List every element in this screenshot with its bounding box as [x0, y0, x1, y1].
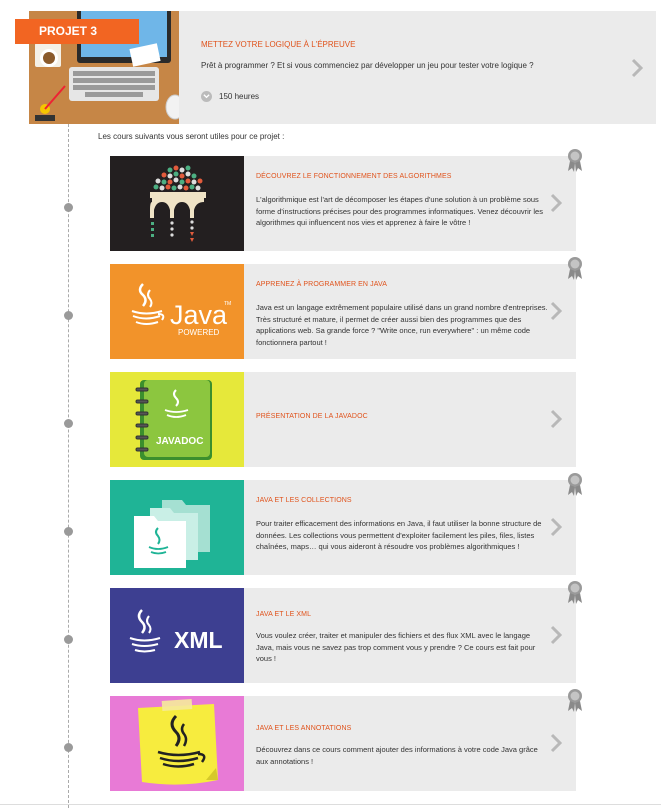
- chevron-right-icon[interactable]: [549, 624, 563, 646]
- course-image: JAVADOC: [110, 372, 244, 467]
- medal-icon: [568, 257, 582, 280]
- medal-icon: [568, 149, 582, 172]
- course-card[interactable]: XML JAVA ET LE XML Vous voulez créer, tr…: [110, 581, 582, 683]
- chevron-right-icon[interactable]: [549, 192, 563, 214]
- course-description: Java est un langage extrêmement populair…: [256, 303, 548, 347]
- course-card[interactable]: JAVA ET LES ANNOTATIONS Découvrez dans c…: [110, 689, 582, 791]
- bottom-divider: [0, 804, 661, 805]
- javadoc-logo-text: JAVADOC: [156, 436, 203, 447]
- medal-icon: [568, 581, 582, 604]
- courses-intro: Les cours suivants vous seront utiles po…: [98, 132, 285, 141]
- course-title[interactable]: JAVA ET LES ANNOTATIONS: [256, 725, 351, 732]
- timeline-dot: [64, 743, 73, 752]
- chevron-right-icon[interactable]: [549, 300, 563, 322]
- chevron-right-icon[interactable]: [549, 408, 563, 430]
- timeline-line: [68, 124, 69, 808]
- timeline-dot: [64, 635, 73, 644]
- timeline-dot: [64, 419, 73, 428]
- course-image: XML: [110, 588, 244, 683]
- java-logo-sub: POWERED: [178, 328, 220, 337]
- chevron-right-icon[interactable]: [630, 57, 644, 79]
- course-description: Découvrez dans ce cours comment ajouter …: [256, 745, 538, 766]
- project-badge: PROJET 3: [15, 19, 139, 44]
- project-description: Prêt à programmer ? Et si vous commencie…: [201, 61, 534, 70]
- course-image: [110, 480, 244, 575]
- medal-icon: [568, 689, 582, 712]
- project-hours: 150 heures: [201, 91, 259, 102]
- project-hours-label: 150 heures: [219, 92, 260, 101]
- project-card[interactable]: PROJET 3 METTEZ VOTRE LOGIQUE À L'ÉPREUV…: [15, 11, 656, 124]
- medal-icon: [568, 473, 582, 496]
- course-title[interactable]: DÉCOUVREZ LE FONCTIONNEMENT DES ALGORITH…: [256, 173, 452, 180]
- course-title[interactable]: PRÉSENTATION DE LA JAVADOC: [256, 413, 368, 420]
- course-description: Pour traiter efficacement des informatio…: [256, 519, 542, 552]
- clock-icon: [201, 91, 212, 102]
- course-image: [110, 696, 244, 791]
- course-description: L'algorithmique est l'art de décomposer …: [256, 195, 543, 228]
- timeline-dot: [64, 203, 73, 212]
- timeline-dot: [64, 527, 73, 536]
- course-image: [110, 156, 244, 251]
- course-card[interactable]: JAVA ET LES COLLECTIONS Pour traiter eff…: [110, 473, 582, 575]
- project-title[interactable]: METTEZ VOTRE LOGIQUE À L'ÉPREUVE: [201, 40, 355, 49]
- course-title[interactable]: JAVA ET LES COLLECTIONS: [256, 497, 352, 504]
- course-card[interactable]: DÉCOUVREZ LE FONCTIONNEMENT DES ALGORITH…: [110, 149, 582, 251]
- course-card[interactable]: JAVADOC PRÉSENTATION DE LA JAVADOC: [110, 372, 576, 467]
- course-description: Vous voulez créer, traiter et manipuler …: [256, 631, 536, 664]
- chevron-right-icon[interactable]: [549, 732, 563, 754]
- timeline-dot: [64, 311, 73, 320]
- course-card[interactable]: Java TM POWERED APPRENEZ À PROGRAMMER EN…: [110, 257, 582, 359]
- java-logo-tm: TM: [224, 301, 231, 307]
- course-title[interactable]: JAVA ET LE XML: [256, 611, 311, 618]
- course-title[interactable]: APPRENEZ À PROGRAMMER EN JAVA: [256, 281, 387, 288]
- xml-logo-text: XML: [174, 627, 223, 653]
- chevron-right-icon[interactable]: [549, 516, 563, 538]
- java-logo-text: Java: [170, 300, 228, 330]
- course-image: Java TM POWERED: [110, 264, 244, 359]
